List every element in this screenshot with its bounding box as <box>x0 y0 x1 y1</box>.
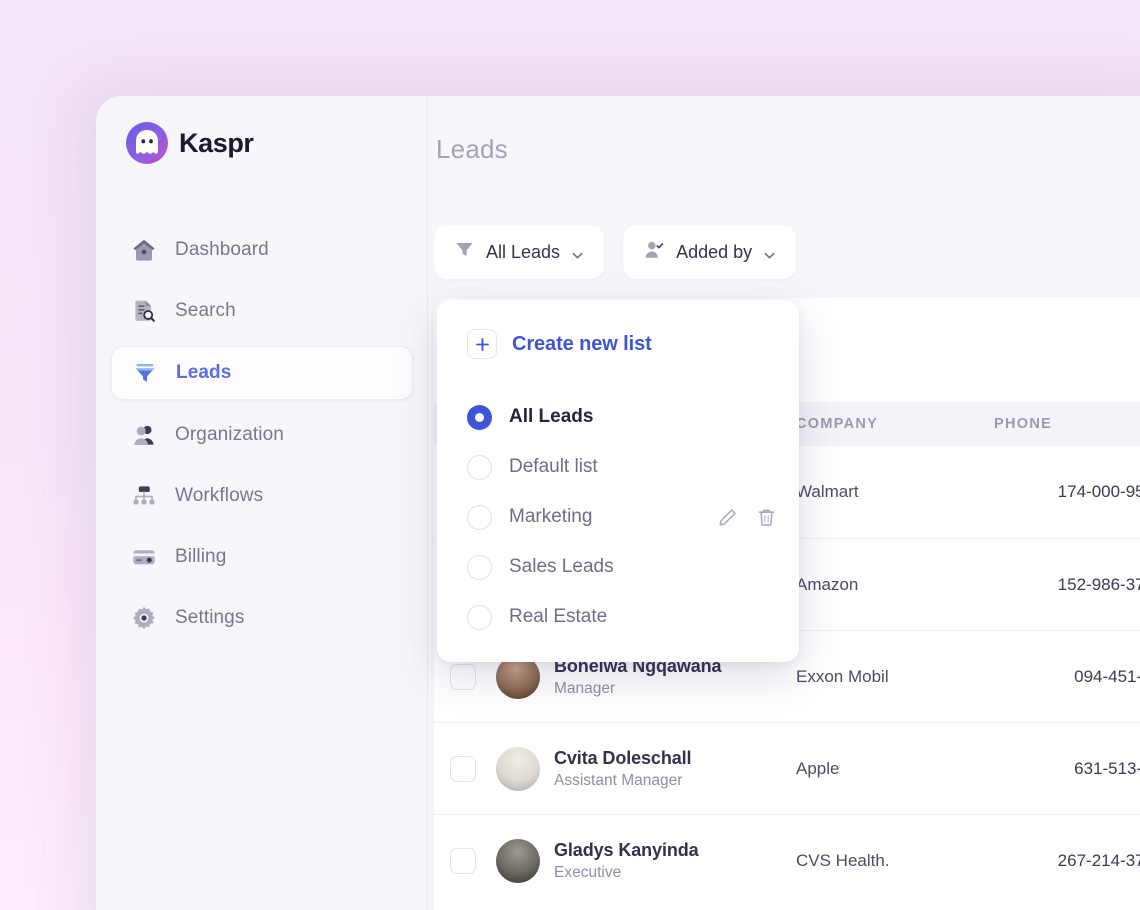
company-cell: Amazon <box>796 574 859 594</box>
list-option-marketing[interactable]: Marketing <box>437 492 799 542</box>
avatar <box>496 746 540 791</box>
list-option-label: Sales Leads <box>509 556 614 577</box>
header-phone: PHONE <box>994 416 1053 432</box>
document-search-icon <box>129 296 159 326</box>
person-name: Cvita Doleschall <box>554 747 692 768</box>
sidebar-item-label: Workflows <box>175 485 264 506</box>
sidebar-item-dashboard[interactable]: Dashboard <box>111 224 413 276</box>
company-cell: Walmart <box>796 482 859 501</box>
all-leads-filter-button[interactable]: All Leads <box>434 225 605 279</box>
chevron-down-icon <box>571 246 584 259</box>
phone-cell: 174-000-9546 <box>1057 482 1140 501</box>
person-cell: Cvita Doleschall Assistant Manager <box>496 746 692 791</box>
create-new-list-button[interactable]: Create new list <box>437 322 799 366</box>
funnel-icon <box>454 239 475 265</box>
phone-cell: 094-451-4647 <box>1074 666 1140 686</box>
company-cell: Apple <box>796 758 840 778</box>
list-option-sales-leads[interactable]: Sales Leads <box>437 542 799 592</box>
home-icon <box>129 235 159 265</box>
brand-name: Kaspr <box>179 127 254 158</box>
person-title: Executive <box>554 863 622 881</box>
sidebar-item-label: Dashboard <box>175 239 269 260</box>
sidebar-item-settings[interactable]: Settings <box>111 592 413 644</box>
avatar <box>496 838 540 883</box>
workflow-icon <box>129 481 159 511</box>
sidebar-item-leads[interactable]: Leads <box>111 346 413 400</box>
sidebar-item-label: Billing <box>175 546 227 567</box>
person-title: Assistant Manager <box>554 771 683 789</box>
sidebar-item-billing[interactable]: Billing <box>111 531 413 583</box>
phone-cell: 152-986-3774 <box>1057 574 1140 594</box>
sidebar-item-workflows[interactable]: Workflows <box>111 470 413 522</box>
list-option-all-leads[interactable]: All Leads <box>437 392 799 442</box>
list-option-label: Default list <box>509 456 598 477</box>
phone-cell: 267-214-3752 <box>1057 850 1140 870</box>
radio-icon[interactable] <box>467 454 492 480</box>
list-option-real-estate[interactable]: Real Estate <box>437 592 799 642</box>
list-option-label: All Leads <box>509 406 594 427</box>
user-check-icon <box>643 239 665 266</box>
brand: Kaspr <box>126 122 254 164</box>
list-option-default-list[interactable]: Default list <box>437 442 799 492</box>
radio-icon[interactable] <box>467 404 492 430</box>
pencil-icon[interactable] <box>717 507 738 528</box>
company-cell: CVS Health. <box>796 850 890 870</box>
person-cell: Gladys Kanyinda Executive <box>496 838 699 883</box>
table-row[interactable]: Gladys Kanyinda Executive CVS Health. 26… <box>434 814 1140 906</box>
radio-icon[interactable] <box>467 604 492 630</box>
sidebar: Kaspr Dashboard Search Leads Organizatio… <box>96 96 428 910</box>
lists-dropdown-panel: Create new list All Leads Default list M… <box>437 300 799 662</box>
trash-icon[interactable] <box>756 507 777 528</box>
row-checkbox[interactable] <box>450 847 476 874</box>
sidebar-item-organization[interactable]: Organization <box>111 409 413 461</box>
sidebar-nav: Dashboard Search Leads Organization Work… <box>111 224 413 653</box>
all-leads-filter-label: All Leads <box>486 241 561 262</box>
radio-icon[interactable] <box>467 554 492 580</box>
person-name: Gladys Kanyinda <box>554 839 699 860</box>
sidebar-item-label: Settings <box>175 607 245 628</box>
sidebar-item-label: Organization <box>175 424 284 445</box>
added-by-filter-label: Added by <box>676 241 753 262</box>
radio-icon[interactable] <box>467 504 492 530</box>
row-checkbox[interactable] <box>450 663 476 690</box>
sidebar-item-label: Search <box>175 300 236 321</box>
plus-icon <box>467 329 497 359</box>
header-company: COMPANY <box>796 416 879 432</box>
table-row[interactable]: Cvita Doleschall Assistant Manager Apple… <box>434 722 1140 814</box>
person-title: Manager <box>554 679 616 697</box>
list-option-actions <box>717 507 777 528</box>
people-icon <box>129 420 159 450</box>
page-title: Leads <box>436 134 508 164</box>
kaspr-ghost-logo-icon <box>126 122 168 164</box>
chevron-down-icon <box>763 246 776 259</box>
list-option-label: Real Estate <box>509 606 608 627</box>
list-option-label: Marketing <box>509 506 593 527</box>
list-options: All Leads Default list Marketing Sales L… <box>437 392 799 642</box>
company-cell: Exxon Mobil <box>796 666 889 686</box>
gear-icon <box>129 603 159 633</box>
create-new-list-label: Create new list <box>512 332 652 355</box>
row-checkbox[interactable] <box>450 755 476 782</box>
credit-card-icon <box>129 542 159 572</box>
sidebar-item-label: Leads <box>176 362 232 383</box>
funnel-icon <box>130 358 160 388</box>
phone-cell: 631-513-7853 <box>1074 758 1140 778</box>
filter-bar: All Leads Added by <box>434 225 797 279</box>
sidebar-item-search[interactable]: Search <box>111 285 413 337</box>
added-by-filter-button[interactable]: Added by <box>623 225 797 279</box>
